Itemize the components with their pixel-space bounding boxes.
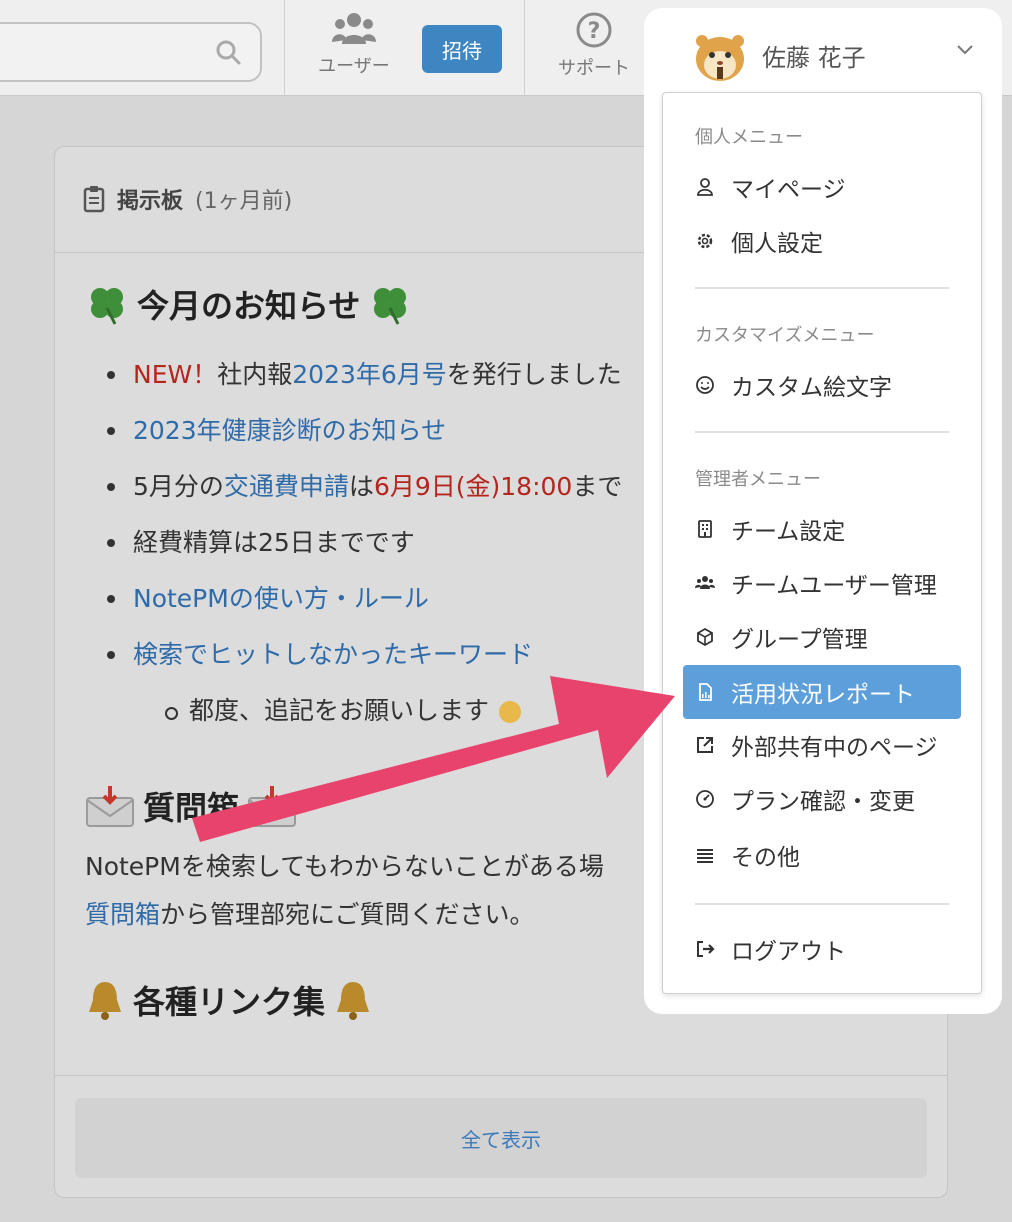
dropdown-menu: 個人メニュー マイページ 個人設定 カスタマイズメニュー カスタム絵文字 管理者… <box>662 92 982 994</box>
menu-item-other[interactable]: その他 <box>695 835 955 875</box>
chevron-down-icon[interactable] <box>956 44 974 56</box>
menu-item-label: ログアウト <box>731 939 846 965</box>
heading-monthly-news-text: 今月のお知らせ <box>137 287 361 325</box>
menu-item-label: マイページ <box>731 177 846 203</box>
section-label-admin: 管理者メニュー <box>695 469 821 490</box>
menu-item-plan[interactable]: プラン確認・変更 <box>695 779 955 819</box>
inbox-envelope-icon <box>86 786 134 827</box>
inbox-envelope-icon <box>248 786 297 827</box>
menu-item-label: チームユーザー管理 <box>731 573 937 599</box>
smile-icon <box>696 376 714 394</box>
deadline-text: 6月9日(金)18:00 <box>373 472 573 501</box>
menu-item-custom-emoji[interactable]: カスタム絵文字 <box>695 365 955 405</box>
user-menu-panel: 佐藤 花子 個人メニュー マイページ 個人設定 カスタマイズメニュー カスタム絵… <box>644 8 1002 1014</box>
report-file-icon <box>699 683 712 701</box>
bell-icon <box>89 982 121 1020</box>
menu-item-personal-settings[interactable]: 個人設定 <box>695 221 955 261</box>
support-nav[interactable]: ? サポート <box>552 10 636 80</box>
header-divider <box>524 0 525 96</box>
external-link-icon <box>697 737 713 753</box>
users-icon <box>695 576 715 589</box>
user-menu-toggle[interactable]: 佐藤 花子 <box>692 22 982 88</box>
cube-icon <box>697 627 713 647</box>
list-text: まで <box>572 472 623 501</box>
avatar <box>696 35 744 81</box>
menu-item-label: グループ管理 <box>731 627 868 653</box>
building-icon <box>698 520 712 538</box>
menu-item-label: プラン確認・変更 <box>731 789 915 815</box>
menu-item-mypage[interactable]: マイページ <box>695 167 955 207</box>
support-label: サポート <box>558 58 630 79</box>
section-label-personal: 個人メニュー <box>695 127 803 148</box>
menu-item-team-settings[interactable]: チーム設定 <box>695 509 955 549</box>
users-label: ユーザー <box>318 56 390 77</box>
gear-icon <box>697 233 713 249</box>
heading-links-text: 各種リンク集 <box>133 983 326 1021</box>
menu-item-label: 活用状況レポート <box>731 682 915 708</box>
list-text: 5月分の <box>133 472 224 501</box>
menu-item-label: 外部共有中のページ <box>731 735 938 761</box>
clipboard-icon <box>83 186 105 213</box>
bowing-person-icon <box>498 701 521 723</box>
board-age: (1ヶ月前) <box>195 189 293 214</box>
search-input[interactable] <box>0 22 262 82</box>
newsletter-link[interactable]: 2023年6月号 <box>292 360 447 389</box>
paragraph-line: から管理部宛にご質問ください。 <box>160 900 535 929</box>
help-icon: ? <box>576 12 612 48</box>
menu-item-label: カスタム絵文字 <box>731 375 892 401</box>
health-checkup-link[interactable]: 2023年健康診断のお知らせ <box>133 416 446 445</box>
notepm-rules-link[interactable]: NotePMの使い方・ルール <box>133 584 429 613</box>
menu-item-team-user-admin[interactable]: チームユーザー管理 <box>695 563 985 603</box>
invite-button[interactable]: 招待 <box>422 25 502 73</box>
menu-divider <box>695 903 949 905</box>
list-text: 経費精算は25日までです <box>133 528 415 557</box>
clover-icon <box>91 288 123 325</box>
menu-item-group-admin[interactable]: グループ管理 <box>695 617 955 657</box>
user-icon <box>697 178 713 196</box>
header-divider <box>284 0 285 96</box>
gauge-icon <box>696 790 714 808</box>
clover-icon <box>374 288 407 325</box>
bell-icon <box>337 982 370 1020</box>
transport-expense-link[interactable]: 交通費申請 <box>224 472 349 501</box>
list-text: を発行しました <box>446 360 622 389</box>
menu-item-label: チーム設定 <box>731 519 846 545</box>
menu-item-shared-pages[interactable]: 外部共有中のページ <box>695 725 985 765</box>
list-lines-icon <box>697 849 713 863</box>
menu-item-usage-report[interactable]: 活用状況レポート <box>683 665 961 719</box>
search-icon <box>216 40 241 65</box>
section-label-custom: カスタマイズメニュー <box>695 325 875 346</box>
menu-item-logout[interactable]: ログアウト <box>695 929 955 969</box>
menu-divider <box>695 431 949 433</box>
show-all-button[interactable]: 全て表示 <box>75 1098 927 1178</box>
logout-icon <box>697 941 715 957</box>
help-glyph: ? <box>588 19 601 44</box>
users-nav[interactable]: ユーザー <box>312 10 396 78</box>
board-title: 掲示板 <box>117 189 184 214</box>
list-text: 都度、追記をお願いします <box>189 696 490 725</box>
users-icon <box>332 13 376 44</box>
list-text: 社内報 <box>217 360 293 389</box>
question-box-link[interactable]: 質問箱 <box>85 900 160 929</box>
new-badge: NEW！ <box>133 360 218 389</box>
menu-divider <box>695 287 949 289</box>
list-text: は <box>348 472 374 501</box>
menu-item-label: 個人設定 <box>731 231 823 257</box>
user-name: 佐藤 花子 <box>762 43 866 72</box>
heading-question-box-text: 質問箱 <box>143 789 240 827</box>
card-footer: 全て表示 <box>55 1075 947 1197</box>
menu-item-label: その他 <box>731 845 800 871</box>
missed-keywords-link[interactable]: 検索でヒットしなかったキーワード <box>133 640 533 669</box>
